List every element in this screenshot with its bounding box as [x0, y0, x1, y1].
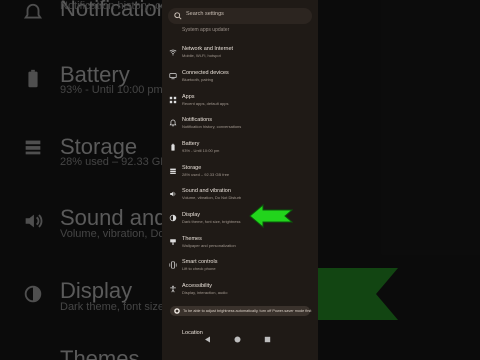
settings-item-accessibility[interactable]: Accessibility Display, interaction, audi… [162, 283, 318, 305]
settings-item-sound[interactable]: Sound and vibration Volume, vibration, D… [162, 188, 318, 210]
toast-text: To be able to adjust brightness automati… [183, 308, 312, 313]
wifi-icon [169, 49, 177, 56]
settings-item-network[interactable]: Network and Internet Mobile, Wi-Fi, hots… [162, 46, 318, 68]
apps-icon [169, 96, 177, 104]
settings-panel: Search settings System apps updater Netw… [162, 0, 318, 360]
settings-item-title: Apps [182, 94, 195, 100]
settings-item-title: Accessibility [182, 283, 212, 289]
settings-item-themes[interactable]: Themes Wallpaper and personalization [162, 236, 318, 258]
settings-item-subtitle: Notification history, conversations [182, 124, 242, 129]
partial-list-item: System apps updater [182, 27, 230, 33]
volume-icon [170, 191, 176, 197]
settings-item-title: Network and Internet [182, 46, 234, 52]
accessibility-icon [170, 285, 176, 293]
bell-icon [169, 119, 177, 127]
settings-item-subtitle: Mobile, Wi-Fi, hotspot [182, 53, 221, 58]
settings-item-title: Themes [182, 236, 202, 242]
settings-item-subtitle: Display, interaction, audio [182, 290, 228, 295]
settings-item-subtitle: Bluetooth, pairing [182, 77, 214, 82]
settings-item-title: Display [182, 212, 201, 218]
settings-item-title: Sound and vibration [182, 188, 231, 194]
settings-item-subtitle: 93% - Until 10:00 pm [182, 148, 220, 153]
settings-item-title: Battery [182, 141, 200, 147]
settings-item-notifications[interactable]: Notifications Notification history, conv… [162, 117, 318, 139]
navigation-bar [162, 334, 318, 346]
settings-item-apps[interactable]: Apps Recent apps, default apps [162, 94, 318, 116]
settings-item-title: Connected devices [182, 70, 229, 76]
green-arrow-pointer [249, 204, 293, 228]
storage-icon [170, 168, 176, 174]
settings-item-title: Smart controls [182, 259, 218, 265]
settings-item-connected-devices[interactable]: Connected devices Bluetooth, pairing [162, 70, 318, 92]
settings-item-title: Storage [182, 165, 202, 171]
app-icon [174, 308, 180, 314]
settings-item-title: Notifications [182, 117, 212, 123]
search-icon [174, 12, 182, 20]
settings-item-smart-controls[interactable]: Smart controls Lift to check phone [162, 259, 318, 281]
settings-item-subtitle: 28% used – 92.33 GB free [182, 172, 230, 177]
settings-item-display[interactable]: Display Dark theme, font size, brightnes… [162, 212, 318, 234]
recents-icon[interactable] [264, 336, 271, 343]
devices-icon [169, 73, 177, 80]
settings-item-subtitle: Wallpaper and personalization [182, 243, 236, 248]
settings-item-subtitle: Volume, vibration, Do Not Disturb [182, 195, 242, 200]
settings-item-subtitle: Lift to check phone [182, 266, 216, 271]
theme-icon [170, 239, 176, 245]
battery-icon [171, 143, 175, 151]
back-icon[interactable] [204, 336, 211, 343]
search-bar[interactable]: Search settings [168, 8, 312, 24]
settings-item-subtitle: Dark theme, font size, brightness [182, 219, 241, 224]
settings-item-storage[interactable]: Storage 28% used – 92.33 GB free [162, 165, 318, 187]
brightness-icon [169, 214, 177, 222]
settings-item-subtitle: Recent apps, default apps [182, 101, 229, 106]
smart-icon [169, 261, 177, 269]
home-icon[interactable] [234, 336, 241, 343]
toast-message: To be able to adjust brightness automati… [170, 306, 312, 316]
search-placeholder: Search settings [186, 11, 224, 17]
settings-item-battery[interactable]: Battery 93% - Until 10:00 pm [162, 141, 318, 163]
